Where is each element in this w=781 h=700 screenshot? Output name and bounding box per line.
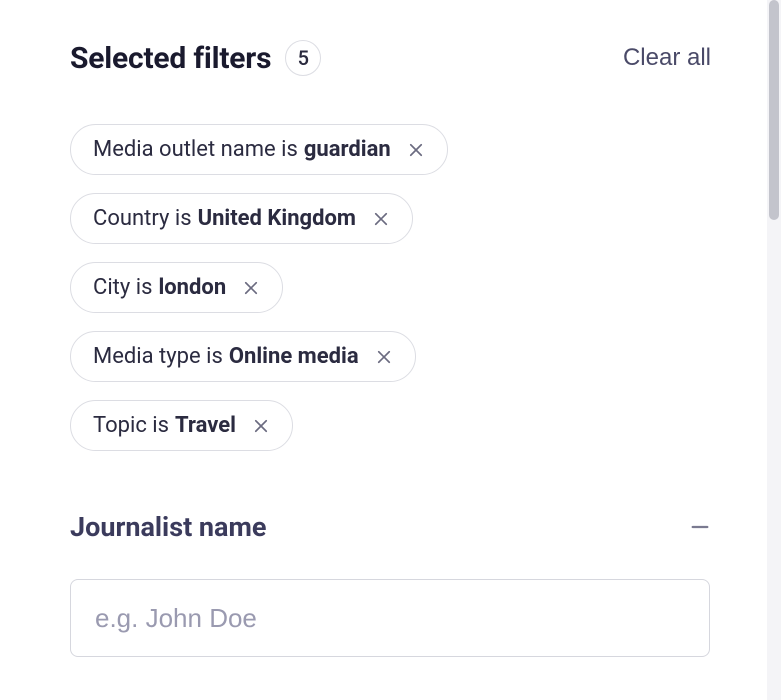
- close-icon: [372, 210, 390, 228]
- chip-label: Media outlet name is: [93, 137, 298, 162]
- minus-icon: [689, 516, 711, 538]
- filter-count-badge: 5: [285, 40, 321, 76]
- accordion-title: Journalist name: [70, 511, 266, 543]
- accordion-collapse-button[interactable]: [689, 516, 711, 538]
- clear-all-button[interactable]: Clear all: [623, 44, 711, 72]
- filter-chip-topic: Topic is Travel: [70, 400, 293, 451]
- chip-remove-button[interactable]: [372, 210, 390, 228]
- filter-chips-list: Media outlet name is guardian Country is…: [70, 124, 711, 451]
- scrollbar-track[interactable]: [767, 0, 781, 700]
- close-icon: [242, 279, 260, 297]
- filter-chip-media-type: Media type is Online media: [70, 331, 416, 382]
- chip-remove-button[interactable]: [242, 279, 260, 297]
- filter-chip-media-outlet: Media outlet name is guardian: [70, 124, 448, 175]
- chip-label: Topic is: [93, 413, 169, 438]
- filter-chip-city: City is london: [70, 262, 283, 313]
- chip-remove-button[interactable]: [375, 348, 393, 366]
- journalist-name-accordion-header[interactable]: Journalist name: [70, 511, 711, 543]
- chip-label: Country is: [93, 206, 192, 231]
- filters-panel: Selected filters 5 Clear all Media outle…: [0, 0, 781, 697]
- filter-chip-country: Country is United Kingdom: [70, 193, 413, 244]
- chip-value: guardian: [304, 137, 391, 162]
- chip-label: Media type is: [93, 344, 223, 369]
- chip-remove-button[interactable]: [407, 141, 425, 159]
- chip-value: Travel: [175, 413, 236, 438]
- chip-value: london: [158, 275, 226, 300]
- close-icon: [252, 417, 270, 435]
- selected-filters-header: Selected filters 5 Clear all: [70, 40, 711, 76]
- chip-value: Online media: [229, 344, 359, 369]
- chip-remove-button[interactable]: [252, 417, 270, 435]
- close-icon: [407, 141, 425, 159]
- title-wrap: Selected filters 5: [70, 40, 321, 76]
- journalist-name-input[interactable]: [70, 579, 710, 657]
- close-icon: [375, 348, 393, 366]
- selected-filters-title: Selected filters: [70, 41, 271, 76]
- scrollbar-thumb[interactable]: [769, 0, 779, 220]
- chip-value: United Kingdom: [198, 206, 356, 231]
- chip-label: City is: [93, 275, 152, 300]
